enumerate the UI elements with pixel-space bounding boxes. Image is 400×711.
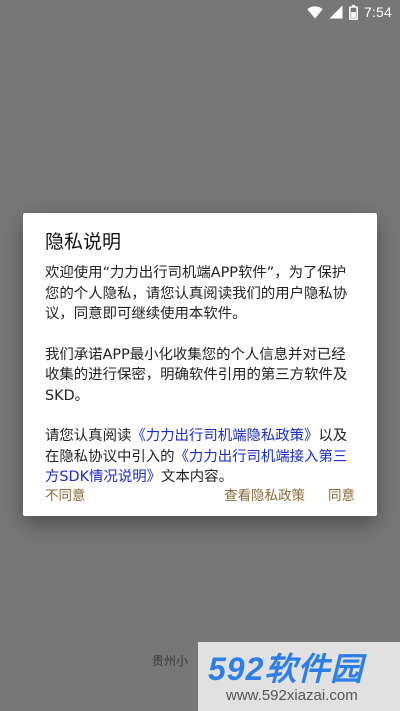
status-icons: 7:54: [307, 0, 392, 24]
dialog-actions: 不同意 查看隐私政策 同意: [45, 484, 355, 504]
read-prefix-text: 请您认真阅读: [45, 428, 132, 444]
status-time: 7:54: [363, 4, 392, 20]
wifi-icon: [307, 5, 323, 19]
cellular-signal-icon: [329, 5, 343, 19]
dialog-paragraph-welcome: 欢迎使用“力力出行司机端APP软件”，为了保护您的个人隐私，请您认真阅读我们的用…: [45, 265, 348, 322]
status-bar: 7:54: [0, 0, 400, 24]
dialog-paragraph-read-policies: 请您认真阅读《力力出行司机端隐私政策》以及在隐私协议中引入的《力力出行司机端接入…: [45, 426, 355, 488]
background-footer-text: 贵州小: [152, 654, 189, 668]
view-privacy-policy-button[interactable]: 查看隐私政策: [224, 484, 305, 504]
site-watermark: 592软件园 www.592xiazai.com: [198, 642, 400, 711]
watermark-logo: 592软件园: [208, 651, 364, 687]
agree-button[interactable]: 同意: [328, 484, 355, 504]
read-suffix-text: 文本内容。: [161, 469, 233, 485]
dialog-title: 隐私说明: [45, 231, 122, 253]
dialog-paragraph-commitment: 我们承诺APP最小化收集您的个人信息并对已经收集的进行保密，明确软件引用的第三方…: [45, 346, 348, 404]
watermark-url: www.592xiazai.com: [226, 687, 358, 704]
battery-icon: [348, 4, 358, 20]
privacy-dialog: 隐私说明 欢迎使用“力力出行司机端APP软件”，为了保护您的个人隐私，请您认真阅…: [23, 213, 377, 516]
privacy-policy-link[interactable]: 《力力出行司机端隐私政策》: [131, 428, 318, 444]
decline-button[interactable]: 不同意: [45, 484, 86, 504]
